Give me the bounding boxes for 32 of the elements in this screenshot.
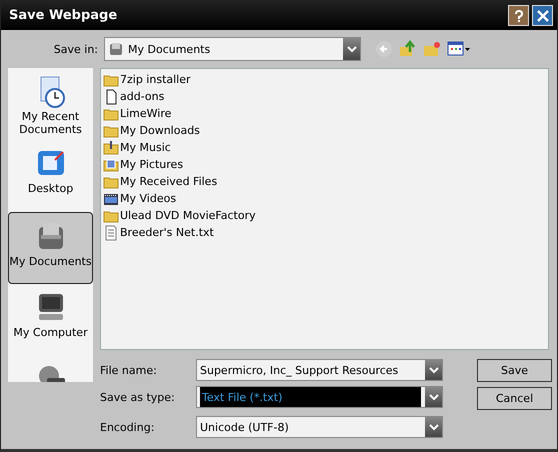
place-item[interactable]: My Documents: [8, 212, 93, 284]
file-item[interactable]: My Videos: [103, 190, 546, 207]
file-item[interactable]: My Pictures: [103, 156, 546, 173]
close-icon: [536, 8, 550, 22]
cancel-button[interactable]: Cancel: [477, 387, 552, 410]
place-item[interactable]: Desktop: [8, 140, 93, 212]
window-title: Save Webpage: [9, 8, 118, 23]
text-file-icon: [103, 224, 119, 240]
field-label: Encoding:: [100, 420, 156, 434]
dropdown-field[interactable]: Text File (*.txt): [196, 386, 443, 408]
field-label: Save as type:: [100, 390, 176, 404]
file-item[interactable]: My Downloads: [103, 122, 546, 139]
file-item[interactable]: 7zip installer: [103, 71, 546, 88]
field-label: File name:: [100, 364, 158, 376]
file-item[interactable]: LimeWire: [103, 105, 546, 122]
file-item[interactable]: My Received Files: [103, 173, 546, 190]
file-item[interactable]: My Music: [103, 139, 546, 156]
place-item[interactable]: My Computer: [8, 284, 93, 356]
dropdown-field[interactable]: Supermicro, Inc_ Support Resources: [196, 359, 443, 381]
save-in-dropdown[interactable]: My Documents: [104, 37, 361, 61]
view-menu-icon[interactable]: [447, 41, 471, 57]
save-in-label: Save in:: [52, 42, 99, 56]
save-button[interactable]: Save: [477, 359, 552, 382]
help-button[interactable]: [508, 5, 529, 26]
picture-folder-icon: [103, 156, 119, 172]
dropdown-field[interactable]: Unicode (UTF-8): [196, 416, 443, 438]
close-button[interactable]: [532, 5, 553, 26]
music-folder-icon: [103, 140, 119, 156]
file-item[interactable]: add-ons: [103, 88, 546, 105]
file-item[interactable]: Ulead DVD MovieFactory: [103, 207, 546, 224]
file-item[interactable]: Breeder's Net.txt: [103, 224, 546, 241]
place-item[interactable]: My Recent Documents: [8, 68, 93, 140]
